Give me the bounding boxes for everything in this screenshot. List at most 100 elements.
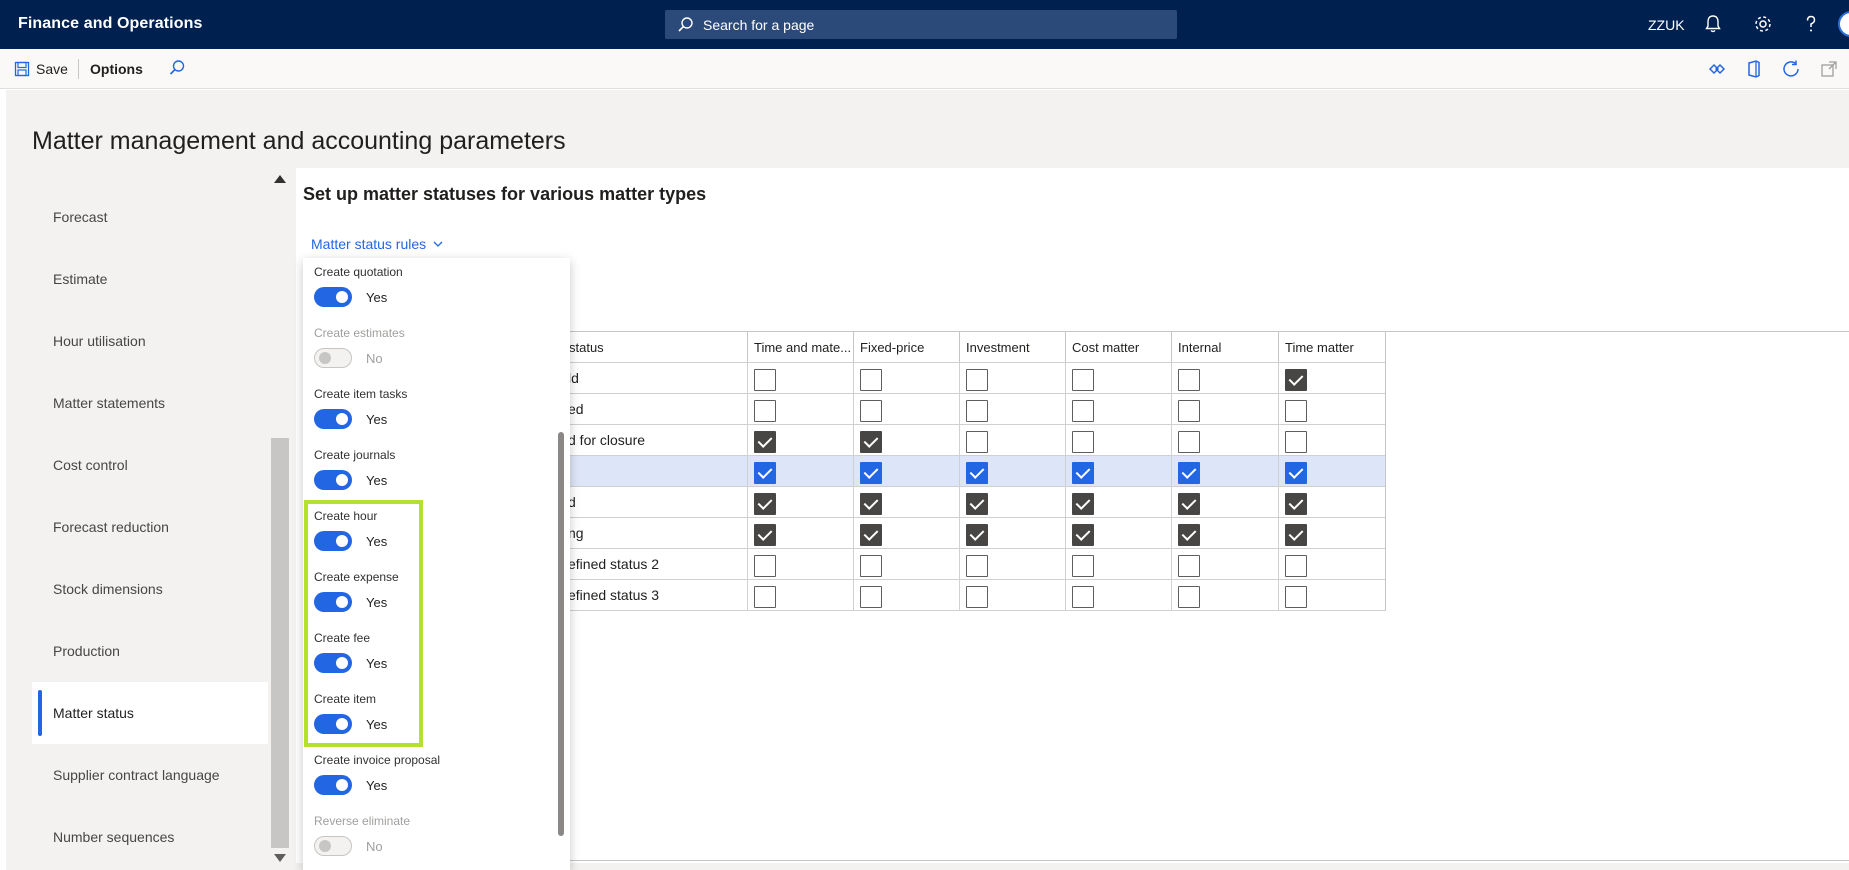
scrollbar-thumb[interactable] [271, 438, 289, 848]
nav-item-supplier-contract-language[interactable]: Supplier contract language [32, 744, 268, 806]
row-checkbox[interactable] [1285, 431, 1307, 453]
search-input[interactable]: Search for a page [665, 10, 1177, 39]
nav-item-matter-status[interactable]: Matter status [32, 682, 268, 744]
company-selector[interactable]: ZZUK [1648, 17, 1685, 33]
section-title: Set up matter statuses for various matte… [303, 184, 707, 204]
row-checkbox[interactable] [1178, 369, 1200, 391]
row-checkbox[interactable] [966, 369, 988, 391]
options-button[interactable]: Options [90, 61, 143, 77]
nav-item-cost-control[interactable]: Cost control [32, 434, 268, 496]
row-checkbox[interactable] [1072, 524, 1094, 546]
row-checkbox[interactable] [1178, 431, 1200, 453]
row-checkbox[interactable] [966, 586, 988, 608]
toggle-switch[interactable] [314, 287, 352, 307]
row-checkbox[interactable] [860, 493, 882, 515]
row-checkbox[interactable] [1285, 524, 1307, 546]
gear-icon[interactable] [1752, 13, 1774, 35]
row-checkbox[interactable] [1178, 524, 1200, 546]
row-checkbox[interactable] [1285, 555, 1307, 577]
row-checkbox[interactable] [1072, 462, 1094, 484]
row-checkbox[interactable] [966, 524, 988, 546]
flyout-scrollbar[interactable] [558, 432, 564, 836]
row-checkbox[interactable] [1178, 462, 1200, 484]
toggle-value: Yes [366, 290, 388, 305]
row-checkbox[interactable] [966, 555, 988, 577]
row-checkbox[interactable] [966, 431, 988, 453]
row-checkbox[interactable] [754, 369, 776, 391]
row-checkbox[interactable] [1178, 493, 1200, 515]
row-checkbox[interactable] [966, 493, 988, 515]
column-header-status[interactable]: status [563, 331, 747, 362]
row-checkbox[interactable] [860, 400, 882, 422]
nav-item-production[interactable]: Production [32, 620, 268, 682]
chevron-down-icon [433, 241, 443, 247]
column-header-internal[interactable]: Internal [1171, 331, 1278, 362]
toggle-group-create-estimates: Create estimates No [314, 319, 544, 380]
row-checkbox[interactable] [754, 431, 776, 453]
help-icon[interactable] [1800, 13, 1822, 35]
row-checkbox[interactable] [860, 431, 882, 453]
toggle-switch[interactable] [314, 775, 352, 795]
row-checkbox[interactable] [754, 555, 776, 577]
nav-item-number-sequences[interactable]: Number sequences [32, 806, 268, 868]
row-checkbox[interactable] [754, 400, 776, 422]
toggle-switch[interactable] [314, 409, 352, 429]
toggle-value: No [366, 351, 383, 366]
row-checkbox[interactable] [1285, 586, 1307, 608]
row-checkbox[interactable] [1178, 586, 1200, 608]
row-checkbox[interactable] [1072, 400, 1094, 422]
row-checkbox[interactable] [1072, 431, 1094, 453]
grid-cell [1065, 487, 1171, 518]
row-checkbox[interactable] [1072, 369, 1094, 391]
nav-item-stock-dimensions[interactable]: Stock dimensions [32, 558, 268, 620]
row-checkbox[interactable] [966, 400, 988, 422]
office-icon[interactable] [1744, 59, 1764, 79]
row-checkbox[interactable] [860, 462, 882, 484]
column-header-time-and-material[interactable]: Time and mate... [747, 331, 853, 362]
row-checkbox[interactable] [1285, 493, 1307, 515]
row-checkbox[interactable] [860, 586, 882, 608]
column-header-time-matter[interactable]: Time matter [1278, 331, 1386, 362]
row-checkbox[interactable] [1072, 586, 1094, 608]
column-header-cost-matter[interactable]: Cost matter [1065, 331, 1171, 362]
matter-status-rules-dropdown[interactable]: Matter status rules [311, 236, 444, 252]
nav-item-forecast[interactable]: Forecast [32, 186, 268, 248]
nav-item-forecast-reduction[interactable]: Forecast reduction [32, 496, 268, 558]
row-checkbox[interactable] [754, 586, 776, 608]
row-checkbox[interactable] [1285, 462, 1307, 484]
search-icon [678, 17, 693, 32]
scroll-down-arrow-icon[interactable] [274, 854, 286, 862]
row-checkbox[interactable] [754, 493, 776, 515]
row-checkbox[interactable] [1072, 555, 1094, 577]
nav-scrollbar[interactable] [270, 168, 290, 866]
bell-icon[interactable] [1702, 13, 1724, 35]
row-checkbox[interactable] [860, 369, 882, 391]
row-checkbox[interactable] [1178, 400, 1200, 422]
row-checkbox[interactable] [1285, 369, 1307, 391]
nav-item-hour-utilisation[interactable]: Hour utilisation [32, 310, 268, 372]
column-header-investment[interactable]: Investment [959, 331, 1065, 362]
row-checkbox[interactable] [1072, 493, 1094, 515]
column-header-fixed-price[interactable]: Fixed-price [853, 331, 959, 362]
power-apps-icon[interactable] [1707, 59, 1727, 79]
row-checkbox[interactable] [860, 555, 882, 577]
open-new-window-icon[interactable] [1819, 59, 1839, 79]
row-checkbox[interactable] [1285, 400, 1307, 422]
app-title[interactable]: Finance and Operations [18, 15, 202, 33]
row-checkbox[interactable] [754, 524, 776, 546]
grid-cell [747, 394, 853, 425]
save-button[interactable]: Save [14, 58, 68, 80]
toggle-switch[interactable] [314, 470, 352, 490]
row-checkbox[interactable] [966, 462, 988, 484]
refresh-icon[interactable] [1781, 59, 1801, 79]
grid-cell [959, 518, 1065, 549]
grid-cell [1171, 425, 1278, 456]
user-avatar[interactable] [1838, 11, 1849, 37]
nav-item-estimate[interactable]: Estimate [32, 248, 268, 310]
find-icon[interactable] [168, 59, 186, 77]
row-checkbox[interactable] [1178, 555, 1200, 577]
row-checkbox[interactable] [860, 524, 882, 546]
scroll-up-arrow-icon[interactable] [274, 175, 286, 183]
nav-item-matter-statements[interactable]: Matter statements [32, 372, 268, 434]
row-checkbox[interactable] [754, 462, 776, 484]
